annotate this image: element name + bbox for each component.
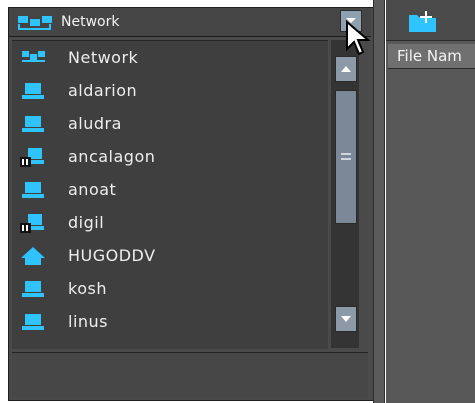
list-item[interactable]: kosh bbox=[12, 272, 328, 305]
list-item[interactable]: linus bbox=[12, 305, 328, 338]
file-list-pane: File Nam bbox=[386, 0, 475, 403]
column-header-label: File Nam bbox=[397, 47, 462, 65]
scrollbar-thumb[interactable] bbox=[335, 90, 357, 224]
file-toolbar bbox=[386, 0, 475, 41]
list-item-label: kosh bbox=[68, 279, 107, 298]
grip-lines-icon bbox=[341, 158, 351, 160]
file-browser-window: Network Network aldarion aludra ancalago… bbox=[0, 0, 475, 403]
list-item-label: aldarion bbox=[68, 81, 138, 100]
grip-lines-icon bbox=[341, 153, 351, 155]
server-icon bbox=[20, 212, 46, 234]
list-item[interactable]: digil bbox=[12, 206, 328, 239]
vertical-scrollbar[interactable] bbox=[331, 40, 359, 348]
network-icon bbox=[20, 47, 46, 69]
pane-splitter[interactable] bbox=[373, 0, 385, 403]
computer-icon bbox=[20, 278, 46, 300]
network-browser-pane: Network Network aldarion aludra ancalago… bbox=[8, 7, 374, 401]
computer-icon bbox=[20, 113, 46, 135]
list-item-label: anoat bbox=[68, 180, 117, 199]
list-item-label: HUGODDV bbox=[68, 246, 156, 265]
list-item-label: linus bbox=[68, 312, 109, 331]
location-combo[interactable]: Network bbox=[9, 8, 371, 37]
new-folder-button[interactable] bbox=[406, 8, 440, 34]
list-item[interactable]: HUGODDV bbox=[12, 239, 328, 272]
home-icon bbox=[20, 245, 46, 267]
server-icon bbox=[20, 146, 46, 168]
list-item-label: Network bbox=[68, 48, 139, 67]
computer-icon bbox=[20, 311, 46, 333]
empty-panel-area bbox=[12, 352, 368, 397]
scroll-down-button[interactable] bbox=[335, 306, 357, 332]
list-item-label: aludra bbox=[68, 114, 122, 133]
list-item-label: ancalagon bbox=[68, 147, 156, 166]
location-combo-value: Network bbox=[61, 14, 120, 30]
list-item[interactable]: aludra bbox=[12, 107, 328, 140]
list-item[interactable]: anoat bbox=[12, 173, 328, 206]
file-name-column-header[interactable]: File Nam bbox=[388, 44, 475, 69]
list-item-label: digil bbox=[68, 213, 105, 232]
computer-icon bbox=[20, 80, 46, 102]
list-item[interactable]: ancalagon bbox=[12, 140, 328, 173]
network-icon bbox=[17, 14, 57, 36]
list-item[interactable]: aldarion bbox=[12, 74, 328, 107]
list-item[interactable]: Network bbox=[12, 41, 328, 74]
new-folder-icon bbox=[409, 11, 436, 32]
network-host-list: Network aldarion aludra ancalagon anoat … bbox=[12, 40, 328, 349]
computer-icon bbox=[20, 179, 46, 201]
mouse-pointer-icon bbox=[346, 20, 371, 56]
